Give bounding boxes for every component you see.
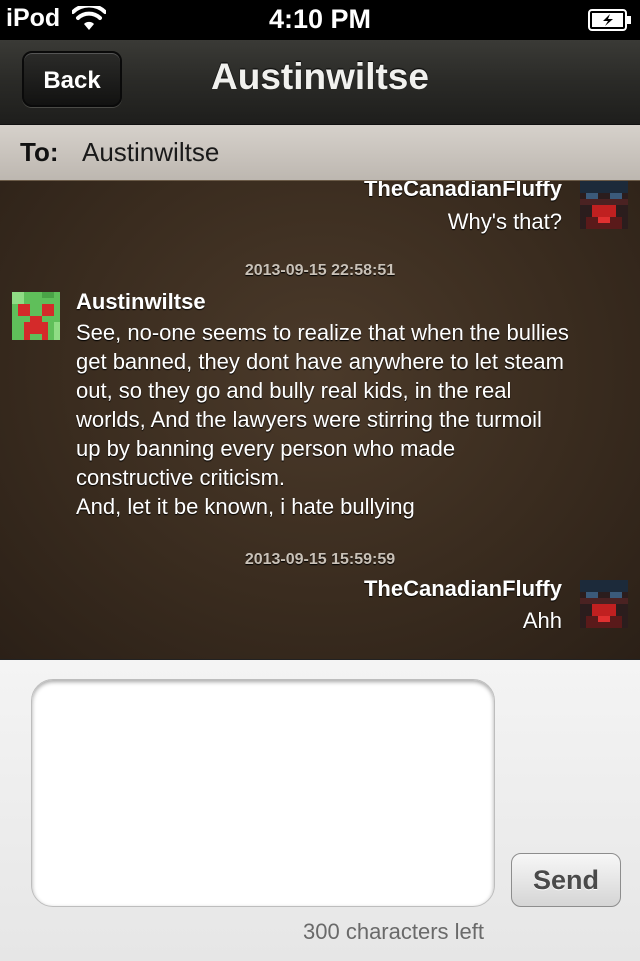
status-time: 4:10 PM bbox=[268, 4, 372, 34]
message-line: get banned, they dont have anywhere to l… bbox=[76, 349, 564, 374]
status-bar: iPod 4:10 PM bbox=[0, 0, 640, 40]
compose-panel: Send 300 characters left bbox=[0, 659, 640, 961]
characters-left-label: 300 characters left bbox=[303, 919, 484, 944]
message-timestamp: 2013-09-15 22:58:51 bbox=[244, 262, 396, 279]
message-thread[interactable]: TheCanadianFluffy Why's that? 2013-09-15… bbox=[0, 181, 640, 659]
creeper-avatar-icon[interactable] bbox=[12, 292, 60, 340]
recipient-bar: To: Austinwiltse bbox=[0, 125, 640, 181]
message-text: Ahh bbox=[522, 608, 562, 633]
message-text: Why's that? bbox=[447, 209, 562, 234]
user-avatar-icon[interactable] bbox=[580, 181, 628, 229]
message-line: And, let it be known, i hate bullying bbox=[76, 494, 415, 519]
message-sender: TheCanadianFluffy bbox=[363, 181, 562, 201]
user-avatar-icon[interactable] bbox=[580, 580, 628, 628]
navigation-bar: Back Austinwiltse bbox=[0, 40, 640, 125]
message-text: See, no-one seems to realize that when t… bbox=[76, 318, 636, 521]
message-line: constructive criticism. bbox=[76, 465, 286, 490]
message-line: See, no-one seems to realize that when t… bbox=[76, 320, 569, 345]
back-button[interactable]: Back bbox=[22, 51, 122, 107]
message-line: worlds, And the lawyers were stirring th… bbox=[76, 407, 542, 432]
to-label: To: bbox=[20, 137, 59, 167]
message-sender: Austinwiltse bbox=[76, 289, 206, 314]
recipient-field[interactable]: Austinwiltse bbox=[82, 137, 219, 168]
battery-charging-icon bbox=[588, 9, 631, 31]
message-timestamp: 2013-09-15 15:59:59 bbox=[244, 551, 396, 568]
message-line: out, so they go and bully real kids, in … bbox=[76, 378, 512, 403]
message-input[interactable] bbox=[31, 679, 495, 907]
message-line: up by banning every person who made bbox=[76, 436, 456, 461]
message-sender: TheCanadianFluffy bbox=[363, 576, 562, 601]
send-button[interactable]: Send bbox=[511, 853, 621, 907]
